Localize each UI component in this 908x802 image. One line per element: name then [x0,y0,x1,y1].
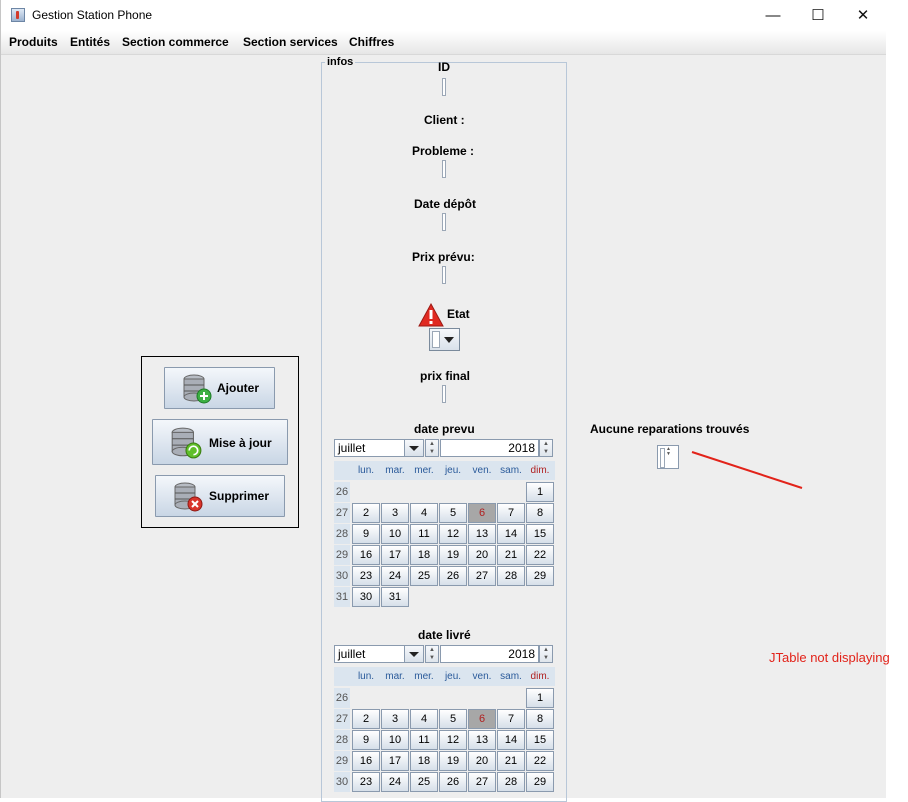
annotation-arrow [691,451,803,489]
annotation-text: JTable not displaying [769,650,890,665]
red-arrow-line [691,451,803,489]
